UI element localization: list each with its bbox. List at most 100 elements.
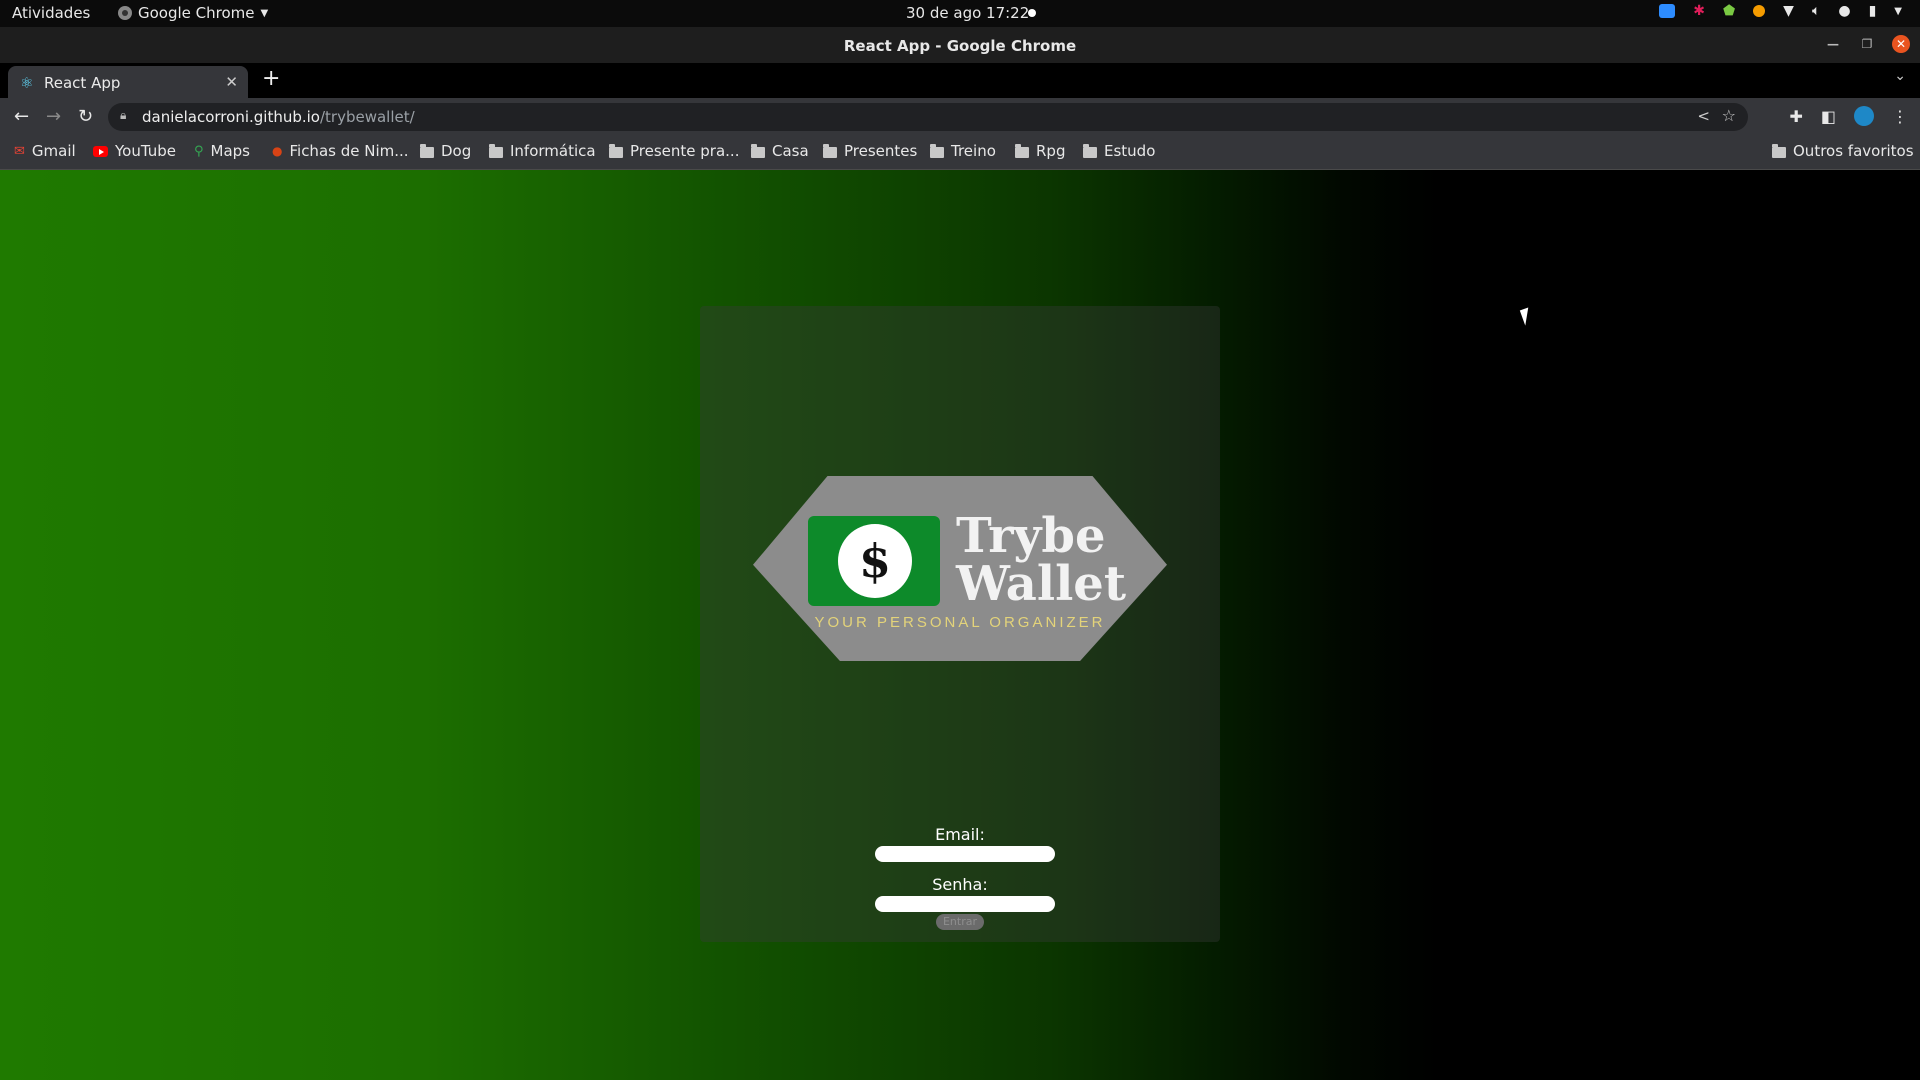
app-menu[interactable]: Google Chrome ▼ <box>118 4 268 22</box>
notification-dot-icon <box>1028 9 1036 17</box>
bookmark-label: YouTube <box>115 142 176 160</box>
bookmark-label: Casa <box>772 142 809 160</box>
system-top-bar: Atividades Google Chrome ▼ 30 de ago 17:… <box>0 0 1920 27</box>
trybe-wallet-logo: $ Trybe Wallet YOUR PERSONAL ORGANIZER <box>753 476 1167 661</box>
folder-icon <box>1772 143 1786 158</box>
gmail-icon: ✉ <box>14 143 25 159</box>
bookmark-label: Treino <box>951 142 996 160</box>
logo-green-box: $ <box>808 516 940 606</box>
window-title: React App - Google Chrome <box>843 37 1077 55</box>
maps-icon: ⚲ <box>194 143 204 159</box>
chevron-down-icon: ▼ <box>260 7 269 19</box>
folder-icon <box>489 143 503 158</box>
page-viewport: $ Trybe Wallet YOUR PERSONAL ORGANIZER E… <box>0 170 1920 1080</box>
clock[interactable]: 30 de ago 17:22 <box>906 4 1029 22</box>
back-icon[interactable]: ← <box>14 106 29 127</box>
password-field[interactable] <box>875 896 1055 912</box>
volume-icon[interactable]: 🔈︎ <box>1812 3 1820 19</box>
slack-icon[interactable]: ✱ <box>1693 3 1705 19</box>
folder-icon <box>1083 143 1097 158</box>
youtube-icon <box>93 145 108 157</box>
tab-strip: ⚛ React App ✕ <box>0 63 1920 98</box>
window-controls: — ❐ ✕ <box>1824 35 1910 53</box>
battery-icon[interactable]: ▮ <box>1869 3 1877 19</box>
forward-icon[interactable]: → <box>46 106 61 127</box>
email-field[interactable] <box>875 846 1055 862</box>
url-path: /trybewallet/ <box>319 108 415 126</box>
extensions-icon[interactable]: ✚ <box>1789 107 1802 126</box>
bookmarks-bar: ✉ Gmail YouTube ⚲ Maps ● Fichas de Nim..… <box>0 136 1920 170</box>
bookmark-label: Gmail <box>31 142 76 160</box>
more-menu-icon[interactable]: ⋮ <box>1892 107 1908 126</box>
side-panel-icon[interactable]: ◧ <box>1821 107 1836 126</box>
bookmark-label: Rpg <box>1036 142 1066 160</box>
folder-icon <box>420 143 434 158</box>
bookmark-folder-dog[interactable]: Dog <box>420 142 471 160</box>
zoom-icon[interactable] <box>1659 4 1676 18</box>
url-host: danielacorroni.github.io <box>142 108 320 126</box>
chrome-icon <box>118 6 132 20</box>
react-icon: ⚛ <box>20 74 34 92</box>
profile-avatar[interactable] <box>1854 106 1874 126</box>
bookmark-folder-presentes[interactable]: Presentes <box>823 142 917 160</box>
close-window-icon[interactable]: ✕ <box>1892 35 1910 53</box>
new-tab-icon[interactable]: + <box>262 66 280 91</box>
password-label: Senha: <box>932 875 988 894</box>
minimize-icon[interactable]: — <box>1824 37 1842 51</box>
bookmark-label: Presentes <box>844 142 918 160</box>
logo-tagline: YOUR PERSONAL ORGANIZER <box>814 614 1106 631</box>
bookmark-folder-estudo[interactable]: Estudo <box>1083 142 1155 160</box>
bookmark-label: Informática <box>510 142 596 160</box>
microphone-icon[interactable]: ● <box>1838 3 1850 19</box>
bookmark-maps[interactable]: ⚲ Maps <box>194 142 250 160</box>
folder-icon <box>1015 143 1029 158</box>
share-icon[interactable]: < <box>1697 107 1710 125</box>
bookmark-label: Presente pra... <box>630 142 740 160</box>
bookmark-star-icon[interactable]: ☆ <box>1722 106 1736 125</box>
url-text[interactable]: danielacorroni.github.io/trybewallet/ <box>142 108 415 126</box>
bookmark-folder-casa[interactable]: Casa <box>751 142 809 160</box>
chevron-down-icon[interactable]: ▼ <box>1894 6 1902 17</box>
folder-icon <box>609 143 623 158</box>
bookmark-folder-rpg[interactable]: Rpg <box>1015 142 1065 160</box>
close-tab-icon[interactable]: ✕ <box>225 73 238 91</box>
maximize-icon[interactable]: ❐ <box>1858 37 1876 51</box>
activities-button[interactable]: Atividades <box>12 4 90 22</box>
bookmark-folder-presente-pra[interactable]: Presente pra... <box>609 142 739 160</box>
mouse-cursor-icon <box>1519 304 1543 326</box>
browser-toolbar: ← → ↻ 🔒︎ danielacorroni.github.io/trybew… <box>0 98 1920 136</box>
email-label: Email: <box>935 825 985 844</box>
bookmark-label: Fichas de Nim... <box>289 142 409 160</box>
shield-icon[interactable]: ⬟ <box>1723 3 1735 19</box>
login-button[interactable]: Entrar <box>936 914 984 930</box>
folder-icon <box>751 143 765 158</box>
bookmark-folder-treino[interactable]: Treino <box>930 142 996 160</box>
tab-react-app[interactable]: ⚛ React App ✕ <box>8 66 248 98</box>
address-bar[interactable]: 🔒︎ danielacorroni.github.io/trybewallet/… <box>108 103 1748 131</box>
wifi-icon[interactable]: ▼ <box>1783 3 1794 19</box>
bookmark-fichas[interactable]: ● Fichas de Nim... <box>272 142 409 160</box>
lock-icon[interactable]: 🔒︎ <box>120 108 126 123</box>
bookmark-label: Dog <box>441 142 472 160</box>
folder-icon <box>823 143 837 158</box>
bookmark-label: Estudo <box>1104 142 1156 160</box>
tab-title: React App <box>44 74 121 92</box>
bookmark-label: Outros favoritos <box>1793 142 1914 160</box>
logo-brand-line2: Wallet <box>956 556 1127 612</box>
tab-search-icon[interactable]: ⌄ <box>1894 68 1906 84</box>
reload-icon[interactable]: ↻ <box>78 106 93 127</box>
status-dot-icon[interactable] <box>1753 5 1766 17</box>
bookmark-youtube[interactable]: YouTube <box>93 142 176 160</box>
toolbar-actions: ✚ ◧ ⋮ <box>1789 106 1908 126</box>
system-tray: ✱ ⬟ ▼ 🔈︎ ● ▮ ▼ <box>1659 3 1902 19</box>
bookmark-folder-informatica[interactable]: Informática <box>489 142 596 160</box>
window-title-bar: React App - Google Chrome — ❐ ✕ <box>0 27 1920 63</box>
login-card: $ Trybe Wallet YOUR PERSONAL ORGANIZER E… <box>700 306 1220 942</box>
bookmark-label: Maps <box>210 142 251 160</box>
bookmark-folder-outros-favoritos[interactable]: Outros favoritos <box>1772 142 1914 160</box>
bookmark-gmail[interactable]: ✉ Gmail <box>14 142 76 160</box>
fichas-icon: ● <box>272 144 283 158</box>
folder-icon <box>930 143 944 158</box>
dollar-coin-icon: $ <box>838 524 912 598</box>
app-menu-label: Google Chrome <box>138 4 255 22</box>
